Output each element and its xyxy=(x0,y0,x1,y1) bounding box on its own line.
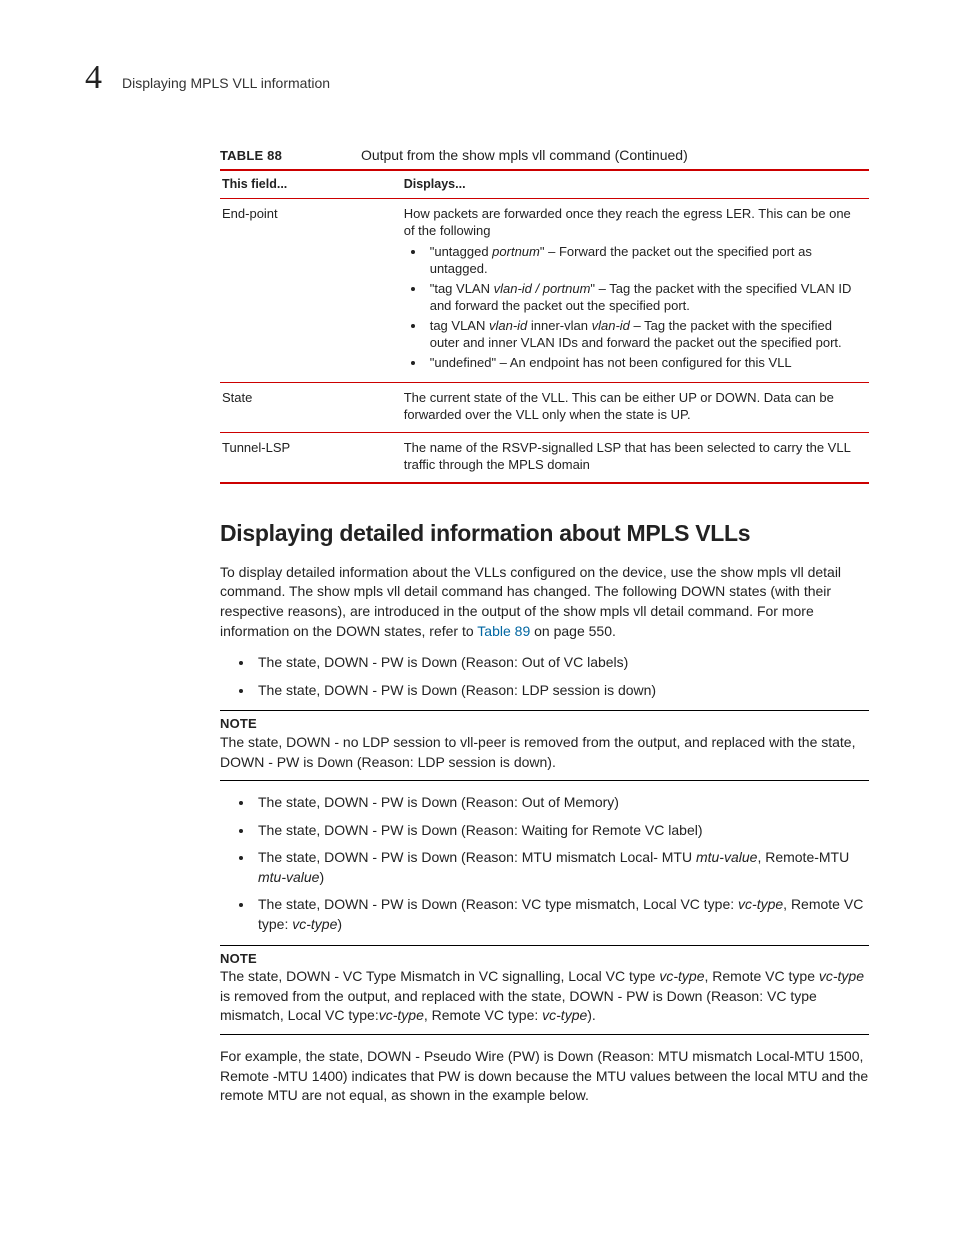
row-intro: How packets are forwarded once they reac… xyxy=(404,206,851,239)
note-body: The state, DOWN - no LDP session to vll-… xyxy=(220,733,869,781)
cell-desc: How packets are forwarded once they reac… xyxy=(402,198,869,382)
table-caption: TABLE 88 Output from the show mpls vll c… xyxy=(220,146,869,165)
running-header: 4 Displaying MPLS VLL information xyxy=(85,55,869,101)
list-item: "tag VLAN vlan-id / portnum" – Tag the p… xyxy=(426,280,863,315)
note-body: The state, DOWN - VC Type Mismatch in VC… xyxy=(220,967,869,1035)
note-label: NOTE xyxy=(220,710,869,733)
list-item: "untagged portnum" – Forward the packet … xyxy=(426,243,863,278)
state-list-2: The state, DOWN - PW is Down (Reason: Ou… xyxy=(220,793,869,935)
state-list-1: The state, DOWN - PW is Down (Reason: Ou… xyxy=(220,653,869,700)
cell-desc: The current state of the VLL. This can b… xyxy=(402,382,869,432)
list-item: The state, DOWN - PW is Down (Reason: Ou… xyxy=(254,793,869,813)
list-item: The state, DOWN - PW is Down (Reason: VC… xyxy=(254,895,869,934)
intro-paragraph: To display detailed information about th… xyxy=(220,563,869,641)
table-row: Tunnel-LSP The name of the RSVP-signalle… xyxy=(220,432,869,483)
main-content: TABLE 88 Output from the show mpls vll c… xyxy=(220,146,869,1106)
note-label: NOTE xyxy=(220,945,869,968)
cell-field: Tunnel-LSP xyxy=(220,432,402,483)
table-title: Output from the show mpls vll command (C… xyxy=(361,147,688,163)
table-row: State The current state of the VLL. This… xyxy=(220,382,869,432)
output-table: This field... Displays... End-point How … xyxy=(220,169,869,484)
list-item: The state, DOWN - PW is Down (Reason: Wa… xyxy=(254,821,869,841)
list-item: tag VLAN vlan-id inner-vlan vlan-id – Ta… xyxy=(426,317,863,352)
table-header-row: This field... Displays... xyxy=(220,170,869,198)
cell-field: End-point xyxy=(220,198,402,382)
list-item: The state, DOWN - PW is Down (Reason: Ou… xyxy=(254,653,869,673)
running-title: Displaying MPLS VLL information xyxy=(122,74,330,93)
th-displays: Displays... xyxy=(402,170,869,198)
table-row: End-point How packets are forwarded once… xyxy=(220,198,869,382)
list-item: The state, DOWN - PW is Down (Reason: MT… xyxy=(254,848,869,887)
cell-field: State xyxy=(220,382,402,432)
list-item: "undefined" – An endpoint has not been c… xyxy=(426,354,863,372)
table-reference-link[interactable]: Table 89 xyxy=(477,623,530,639)
list-item: The state, DOWN - PW is Down (Reason: LD… xyxy=(254,681,869,701)
chapter-number: 4 xyxy=(85,55,102,101)
cell-desc: The name of the RSVP-signalled LSP that … xyxy=(402,432,869,483)
th-field: This field... xyxy=(220,170,402,198)
endpoint-list: "untagged portnum" – Forward the packet … xyxy=(404,243,863,372)
example-paragraph: For example, the state, DOWN - Pseudo Wi… xyxy=(220,1047,869,1106)
section-heading: Displaying detailed information about MP… xyxy=(220,518,869,549)
table-label: TABLE 88 xyxy=(220,148,282,163)
